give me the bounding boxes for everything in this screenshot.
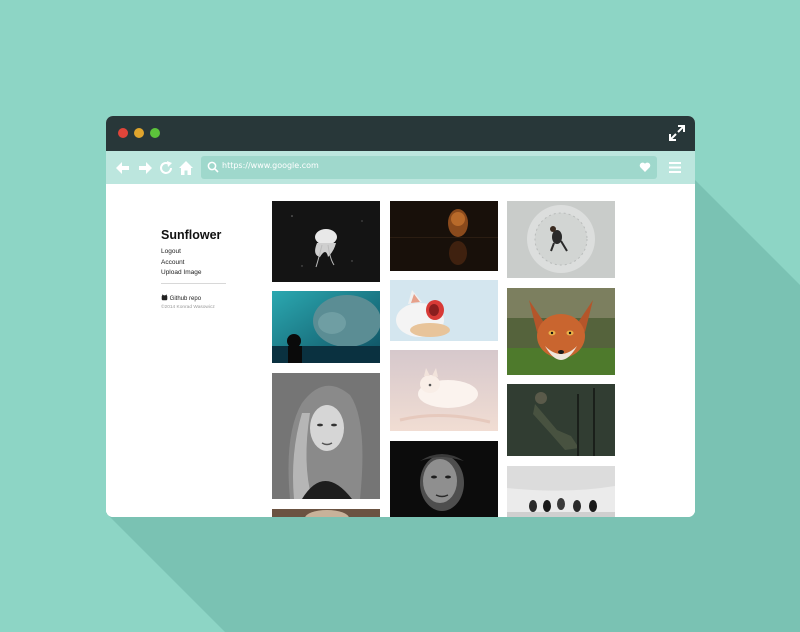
photo-soldier-dark[interactable] <box>507 384 615 456</box>
photo-yawning-cat[interactable] <box>390 280 498 341</box>
photo-woman-portrait[interactable] <box>272 373 380 499</box>
browser-window: https://www.google.com Sunflower Logout … <box>106 116 695 517</box>
zoom-window-button[interactable] <box>150 128 160 138</box>
arrow-right-icon[interactable] <box>137 160 153 176</box>
photo-red-fox[interactable] <box>507 288 615 375</box>
photo-dogs-snow[interactable] <box>507 466 615 517</box>
close-window-button[interactable] <box>118 128 128 138</box>
reload-icon[interactable] <box>158 160 174 176</box>
copyright: ©2014 Konrad Wasowicz <box>161 304 215 310</box>
search-icon <box>207 161 219 173</box>
photo-white-fox-snow[interactable] <box>390 350 498 431</box>
photo-cat-reflection[interactable] <box>390 201 498 271</box>
minimize-window-button[interactable] <box>134 128 144 138</box>
page-content: Sunflower Logout Account Upload Image Gi… <box>106 184 695 517</box>
github-icon <box>161 293 168 300</box>
photo-partial[interactable] <box>272 509 380 517</box>
upload-image-link[interactable]: Upload Image <box>161 268 231 279</box>
logout-link[interactable]: Logout <box>161 247 231 258</box>
heart-icon[interactable] <box>639 161 651 173</box>
home-icon[interactable] <box>178 160 194 176</box>
site-brand[interactable]: Sunflower <box>161 228 231 242</box>
hamburger-menu-icon[interactable] <box>669 162 681 173</box>
account-link[interactable]: Account <box>161 258 231 269</box>
arrow-left-icon[interactable] <box>115 160 131 176</box>
github-repo-link[interactable]: Github repo <box>161 293 231 302</box>
photo-jellyfish[interactable] <box>272 201 380 282</box>
photo-fisheye-person[interactable] <box>507 201 615 278</box>
title-bar <box>106 116 695 151</box>
sidebar: Sunflower Logout Account Upload Image Gi… <box>161 228 231 310</box>
photo-manatee-aquarium[interactable] <box>272 291 380 363</box>
address-bar[interactable]: https://www.google.com <box>201 156 657 179</box>
browser-toolbar: https://www.google.com <box>106 151 695 184</box>
url-text: https://www.google.com <box>222 161 319 170</box>
github-repo-label: Github repo <box>169 295 202 302</box>
sidebar-divider <box>161 282 226 284</box>
photo-man-portrait[interactable] <box>390 441 498 517</box>
expand-icon[interactable] <box>669 125 685 141</box>
